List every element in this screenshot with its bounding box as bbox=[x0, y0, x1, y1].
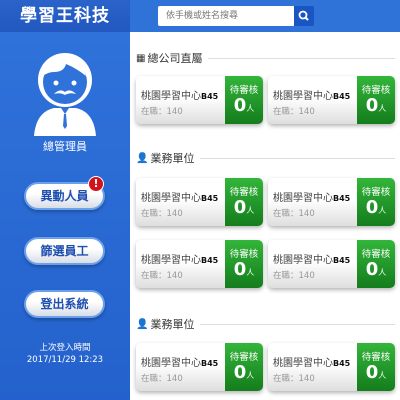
last-login-label: 上次登入時間 bbox=[39, 343, 91, 353]
section-title-text: 業務單位 bbox=[150, 152, 195, 165]
unit-code: B45 bbox=[333, 92, 351, 101]
pending-unit: 人 bbox=[378, 206, 387, 215]
unit-name-text: 桃園學習中心 bbox=[273, 255, 333, 266]
pending-review-button[interactable]: 待審核 0人 bbox=[225, 343, 263, 391]
last-login: 上次登入時間 2017/11/29 12:23 bbox=[0, 342, 130, 366]
user-role: 總管理員 bbox=[43, 140, 87, 153]
unit-card[interactable]: 桃園學習中心B45 在職：140 待審核 0人 bbox=[136, 240, 263, 288]
pending-review-button[interactable]: 待審核 0人 bbox=[357, 240, 395, 288]
pending-count: 0 bbox=[365, 259, 379, 280]
staff-count: 在職：140 bbox=[141, 271, 183, 281]
pending-unit: 人 bbox=[246, 268, 255, 277]
unit-card[interactable]: 桃園學習中心B45 在職：140 待審核 0人 bbox=[268, 178, 395, 226]
filter-staff-button[interactable]: 篩選員工 bbox=[24, 237, 105, 265]
unit-code: B45 bbox=[201, 92, 219, 101]
avatar bbox=[34, 53, 96, 136]
pending-unit: 人 bbox=[246, 104, 255, 113]
staff-count: 在職：140 bbox=[141, 107, 183, 117]
pending-unit: 人 bbox=[378, 268, 387, 277]
logo: 學習王科技 bbox=[0, 0, 130, 32]
pending-label: 待審核 bbox=[229, 85, 259, 96]
user-icon: 👤 bbox=[136, 318, 149, 330]
unit-name-text: 桃園學習中心 bbox=[273, 358, 333, 369]
staff-count: 在職：140 bbox=[273, 209, 315, 219]
divider bbox=[208, 57, 395, 59]
unit-name: 桃園學習中心B45 bbox=[141, 251, 218, 266]
pending-count: 0 bbox=[233, 259, 247, 280]
search-input[interactable]: 依手機或姓名搜尋 bbox=[158, 6, 294, 26]
pending-label: 待審核 bbox=[361, 85, 391, 96]
unit-name: 桃園學習中心B45 bbox=[273, 354, 350, 369]
section-title: ▦ 總公司直屬 bbox=[136, 50, 395, 66]
unit-code: B45 bbox=[333, 256, 351, 265]
pending-unit: 人 bbox=[378, 104, 387, 113]
pending-count: 0 bbox=[365, 95, 379, 116]
pending-count: 0 bbox=[233, 362, 247, 383]
staff-count: 在職：140 bbox=[273, 107, 315, 117]
unit-name-text: 桃園學習中心 bbox=[273, 91, 333, 102]
pending-count: 0 bbox=[233, 197, 247, 218]
unit-code: B45 bbox=[201, 359, 219, 368]
unit-card[interactable]: 桃園學習中心B45 在職：140 待審核 0人 bbox=[136, 76, 263, 124]
pending-label: 待審核 bbox=[229, 187, 259, 198]
logout-button[interactable]: 登出系統 bbox=[24, 290, 105, 318]
unit-name-text: 桃園學習中心 bbox=[141, 193, 201, 204]
unit-code: B45 bbox=[201, 256, 219, 265]
unit-card[interactable]: 桃園學習中心B45 在職：140 待審核 0人 bbox=[268, 240, 395, 288]
pending-review-button[interactable]: 待審核 0人 bbox=[357, 76, 395, 124]
pending-count: 0 bbox=[233, 95, 247, 116]
unit-code: B45 bbox=[333, 194, 351, 203]
unit-name-text: 桃園學習中心 bbox=[141, 255, 201, 266]
unit-name-text: 桃園學習中心 bbox=[141, 358, 201, 369]
pending-label: 待審核 bbox=[229, 352, 259, 363]
unit-card[interactable]: 桃園學習中心B45 在職：140 待審核 0人 bbox=[136, 343, 263, 391]
staff-count: 在職：140 bbox=[141, 374, 183, 384]
unit-card[interactable]: 桃園學習中心B45 在職：140 待審核 0人 bbox=[136, 178, 263, 226]
unit-name: 桃園學習中心B45 bbox=[273, 189, 350, 204]
building-icon: ▦ bbox=[136, 52, 146, 64]
unit-name: 桃園學習中心B45 bbox=[273, 251, 350, 266]
unit-card[interactable]: 桃園學習中心B45 在職：140 待審核 0人 bbox=[268, 343, 395, 391]
search-button[interactable] bbox=[294, 6, 314, 26]
pending-review-button[interactable]: 待審核 0人 bbox=[357, 178, 395, 226]
alert-icon: ! bbox=[88, 176, 104, 192]
pending-label: 待審核 bbox=[361, 249, 391, 260]
unit-name: 桃園學習中心B45 bbox=[141, 189, 218, 204]
user-icon: 👤 bbox=[136, 152, 149, 164]
section-title: 👤 業務單位 bbox=[136, 316, 395, 332]
pending-label: 待審核 bbox=[361, 352, 391, 363]
unit-name-text: 桃園學習中心 bbox=[141, 91, 201, 102]
unit-name: 桃園學習中心B45 bbox=[141, 87, 218, 102]
pending-count: 0 bbox=[365, 362, 379, 383]
section-title-text: 業務單位 bbox=[150, 318, 195, 331]
unit-name-text: 桃園學習中心 bbox=[273, 193, 333, 204]
staff-count: 在職：140 bbox=[273, 271, 315, 281]
unit-code: B45 bbox=[201, 194, 219, 203]
unit-name: 桃園學習中心B45 bbox=[141, 354, 218, 369]
divider bbox=[200, 157, 395, 159]
section-title: 👤 業務單位 bbox=[136, 150, 395, 166]
pending-label: 待審核 bbox=[229, 249, 259, 260]
divider bbox=[200, 323, 395, 325]
unit-card[interactable]: 桃園學習中心B45 在職：140 待審核 0人 bbox=[268, 76, 395, 124]
last-login-time: 2017/11/29 12:23 bbox=[26, 355, 104, 365]
staff-count: 在職：140 bbox=[273, 374, 315, 384]
pending-review-button[interactable]: 待審核 0人 bbox=[225, 76, 263, 124]
section-title-text: 總公司直屬 bbox=[147, 52, 203, 65]
pending-review-button[interactable]: 待審核 0人 bbox=[357, 343, 395, 391]
pending-label: 待審核 bbox=[361, 187, 391, 198]
unit-name: 桃園學習中心B45 bbox=[273, 87, 350, 102]
pending-review-button[interactable]: 待審核 0人 bbox=[225, 178, 263, 226]
pending-review-button[interactable]: 待審核 0人 bbox=[225, 240, 263, 288]
pending-count: 0 bbox=[365, 197, 379, 218]
pending-unit: 人 bbox=[246, 371, 255, 380]
pending-unit: 人 bbox=[246, 206, 255, 215]
unit-code: B45 bbox=[333, 359, 351, 368]
pending-unit: 人 bbox=[378, 371, 387, 380]
staff-count: 在職：140 bbox=[141, 209, 183, 219]
search-icon bbox=[298, 10, 309, 21]
